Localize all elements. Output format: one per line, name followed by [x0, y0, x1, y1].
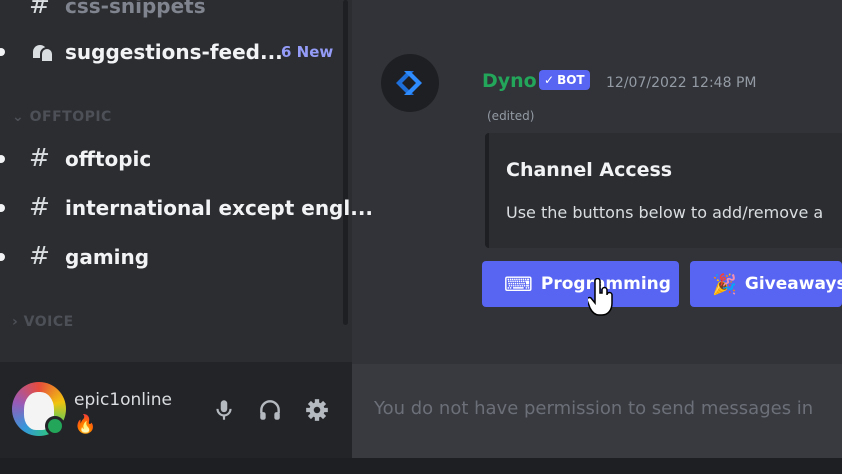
online-status-indicator	[45, 416, 65, 436]
unread-indicator	[0, 253, 5, 261]
custom-status-emoji: 🔥	[74, 414, 97, 435]
channel-gaming[interactable]: # gaming	[0, 237, 342, 277]
channel-name: international except engl...	[65, 196, 374, 220]
hand-pointer-icon	[586, 277, 614, 322]
channel-offtopic[interactable]: # offtopic	[0, 139, 342, 179]
button-label: Giveaways	[744, 274, 842, 294]
channel-name: offtopic	[65, 147, 152, 171]
unread-indicator	[0, 204, 5, 212]
new-posts-badge: 6 New	[281, 43, 334, 61]
message-timestamp: 12/07/2022 12:48 PM	[606, 75, 757, 91]
unread-indicator	[0, 48, 5, 56]
bot-badge: ✓ BOT	[539, 70, 590, 90]
hash-icon: #	[29, 0, 50, 19]
message-input-disabled: You do not have permission to send messa…	[352, 364, 842, 458]
category-offtopic[interactable]: ⌄ OFFTOPIC	[12, 109, 112, 125]
embed-description: Use the buttons below to add/remove a	[506, 203, 824, 222]
gear-icon[interactable]	[304, 397, 330, 423]
forum-icon	[29, 40, 55, 70]
message-author[interactable]: Dyno	[482, 70, 537, 92]
party-popper-icon: 🎉	[712, 272, 737, 296]
keyboard-icon: ⌨	[504, 272, 533, 296]
unread-indicator	[0, 155, 5, 163]
hash-icon: #	[29, 143, 50, 172]
edited-label: (edited)	[487, 109, 535, 123]
bottom-bar	[0, 458, 842, 474]
hash-icon: #	[29, 192, 50, 221]
message-embed: Channel Access Use the buttons below to …	[485, 133, 842, 248]
bot-avatar[interactable]	[381, 54, 439, 112]
category-voice[interactable]: › VOICE	[12, 314, 74, 330]
embed-title: Channel Access	[506, 159, 673, 181]
microphone-icon[interactable]	[211, 397, 237, 423]
username[interactable]: epic1online	[74, 390, 172, 410]
channel-name: suggestions-feed...	[65, 40, 283, 64]
user-panel: epic1online 🔥	[0, 362, 352, 458]
chevron-down-icon: ⌄	[12, 109, 30, 125]
giveaways-role-button[interactable]: 🎉 Giveaways	[690, 261, 842, 307]
sidebar-scrollbar[interactable]	[343, 0, 348, 325]
channel-international[interactable]: # international except engl...	[0, 188, 373, 228]
no-permission-text: You do not have permission to send messa…	[374, 398, 814, 419]
hash-icon: #	[29, 241, 50, 270]
channel-name: gaming	[65, 245, 150, 269]
headphones-icon[interactable]	[257, 397, 283, 423]
check-icon: ✓	[544, 73, 555, 87]
chevron-right-icon: ›	[12, 314, 24, 330]
channel-css-snippets[interactable]: # css-snippets	[0, 0, 342, 26]
programming-role-button[interactable]: ⌨ Programming	[482, 261, 679, 307]
channel-name: css-snippets	[65, 0, 206, 18]
channel-suggestions-feed[interactable]: suggestions-feed... 6 New	[0, 32, 342, 72]
